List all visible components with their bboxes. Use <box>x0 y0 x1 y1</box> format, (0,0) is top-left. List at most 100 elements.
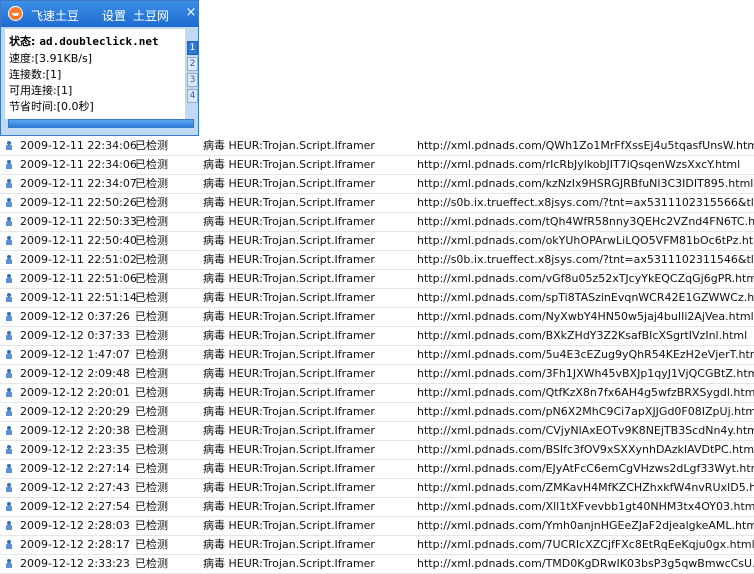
status-label: 状态: <box>9 35 36 48</box>
settings-link[interactable]: 设置 <box>102 7 126 24</box>
log-status: 已检测 <box>135 500 168 513</box>
log-row[interactable]: 2009-12-12 0:37:26 已检测 病毒 HEUR:Trojan.Scri… <box>0 308 754 327</box>
log-threat-type: 病毒 HEUR:Trojan.Script.Iframer <box>203 310 375 323</box>
log-row[interactable]: 2009-12-12 2:28:03 已检测 病毒 HEUR:Trojan.Scri… <box>0 517 754 536</box>
log-url: http://xml.pdnads.com/CVjyNlAxEOTv9K8NEj… <box>417 424 754 437</box>
saved-time-value: [0.0秒] <box>56 100 94 113</box>
log-time: 2009-12-11 22:34:06 <box>20 158 137 171</box>
log-threat-type: 病毒 HEUR:Trojan.Script.Iframer <box>203 139 375 152</box>
user-icon <box>6 407 12 416</box>
log-row[interactable]: 2009-12-11 22:50:26 已检测 病毒 HEUR:Trojan.Scr… <box>0 194 754 213</box>
log-status: 已检测 <box>135 196 168 209</box>
log-time: 2009-12-12 2:28:17 <box>20 538 130 551</box>
saved-time-label: 节省时间: <box>9 100 57 113</box>
log-url: http://xml.pdnads.com/tQh4WfR58nny3QEHc2… <box>417 215 754 228</box>
log-time: 2009-12-11 22:34:06 <box>20 139 137 152</box>
user-icon <box>6 521 12 530</box>
log-row[interactable]: 2009-12-11 22:51:06 已检测 病毒 HEUR:Trojan.Scr… <box>0 270 754 289</box>
user-icon <box>6 540 12 549</box>
log-row[interactable]: 2009-12-11 22:50:40 已检测 病毒 HEUR:Trojan.Scr… <box>0 232 754 251</box>
user-icon <box>6 179 12 188</box>
log-time: 2009-12-12 2:20:01 <box>20 386 130 399</box>
log-threat-type: 病毒 HEUR:Trojan.Script.Iframer <box>203 405 375 418</box>
log-url: http://xml.pdnads.com/QWh1Zo1MrFfXssEj4u… <box>417 139 754 152</box>
log-row[interactable]: 2009-12-11 22:34:06 已检测 病毒 HEUR:Trojan.Scr… <box>0 137 754 156</box>
log-row[interactable]: 2009-12-11 22:51:02 已检测 病毒 HEUR:Trojan.Scr… <box>0 251 754 270</box>
log-time: 2009-12-12 2:09:48 <box>20 367 130 380</box>
user-icon <box>6 312 12 321</box>
log-row[interactable]: 2009-12-12 2:09:48 已检测 病毒 HEUR:Trojan.Scri… <box>0 365 754 384</box>
log-url: http://xml.pdnads.com/Ymh0anjnHGEeZJaF2d… <box>417 519 754 532</box>
log-status: 已检测 <box>135 462 168 475</box>
log-time: 2009-12-11 22:50:40 <box>20 234 137 247</box>
log-threat-type: 病毒 HEUR:Trojan.Script.Iframer <box>203 538 375 551</box>
log-threat-type: 病毒 HEUR:Trojan.Script.Iframer <box>203 177 375 190</box>
user-icon <box>6 274 12 283</box>
page-tabs: 1 2 3 4 <box>187 41 198 105</box>
log-time: 2009-12-11 22:51:06 <box>20 272 137 285</box>
log-status: 已检测 <box>135 538 168 551</box>
log-row[interactable]: 2009-12-12 2:28:17 已检测 病毒 HEUR:Trojan.Scri… <box>0 536 754 555</box>
speed-value: [3.91KB/s] <box>34 52 92 65</box>
log-status: 已检测 <box>135 177 168 190</box>
log-threat-type: 病毒 HEUR:Trojan.Script.Iframer <box>203 158 375 171</box>
log-row[interactable]: 2009-12-12 2:27:14 已检测 病毒 HEUR:Trojan.Scri… <box>0 460 754 479</box>
log-row[interactable]: 2009-12-12 0:37:33 已检测 病毒 HEUR:Trojan.Scri… <box>0 327 754 346</box>
log-status: 已检测 <box>135 139 168 152</box>
log-row[interactable]: 2009-12-12 2:23:35 已检测 病毒 HEUR:Trojan.Scri… <box>0 441 754 460</box>
log-threat-type: 病毒 HEUR:Trojan.Script.Iframer <box>203 253 375 266</box>
available-connections-label: 可用连接: <box>9 84 57 97</box>
connections-line: 连接数:[1] <box>9 66 61 82</box>
page-tab-1[interactable]: 1 <box>187 41 198 55</box>
log-time: 2009-12-11 22:50:33 <box>20 215 137 228</box>
log-row[interactable]: 2009-12-12 2:20:29 已检测 病毒 HEUR:Trojan.Scri… <box>0 403 754 422</box>
page-tab-3[interactable]: 3 <box>187 73 198 87</box>
log-row[interactable]: 2009-12-12 1:47:07 已检测 病毒 HEUR:Trojan.Scri… <box>0 346 754 365</box>
log-threat-type: 病毒 HEUR:Trojan.Script.Iframer <box>203 462 375 475</box>
panel-titlebar[interactable]: 飞速土豆 设置 土豆网 × <box>1 1 198 27</box>
status-value: ad.doubleclick.net <box>39 35 159 48</box>
log-status: 已检测 <box>135 443 168 456</box>
log-row[interactable]: 2009-12-12 2:20:38 已检测 病毒 HEUR:Trojan.Scri… <box>0 422 754 441</box>
page-tab-2[interactable]: 2 <box>187 57 198 71</box>
log-url: http://xml.pdnads.com/pN6X2MhC9Ci7apXJJG… <box>417 405 754 418</box>
log-threat-type: 病毒 HEUR:Trojan.Script.Iframer <box>203 386 375 399</box>
log-row[interactable]: 2009-12-11 22:34:06 已检测 病毒 HEUR:Trojan.Scr… <box>0 156 754 175</box>
log-threat-type: 病毒 HEUR:Trojan.Script.Iframer <box>203 329 375 342</box>
user-icon <box>6 198 12 207</box>
log-row[interactable]: 2009-12-11 22:50:33 已检测 病毒 HEUR:Trojan.Scr… <box>0 213 754 232</box>
log-status: 已检测 <box>135 386 168 399</box>
log-threat-type: 病毒 HEUR:Trojan.Script.Iframer <box>203 443 375 456</box>
tudou-site-link[interactable]: 土豆网 <box>133 7 169 24</box>
log-url: http://xml.pdnads.com/EJyAtFcC6emCgVHzws… <box>417 462 754 475</box>
log-url: http://xml.pdnads.com/BSIfc3fOV9xSXXynhD… <box>417 443 754 456</box>
log-url: http://xml.pdnads.com/rIcRbJylkobJIT7iQs… <box>417 158 741 171</box>
log-url: http://xml.pdnads.com/7UCRIcXZCjfFXc8EtR… <box>417 538 754 551</box>
speed-label: 速度: <box>9 52 35 65</box>
log-status: 已检测 <box>135 291 168 304</box>
log-time: 2009-12-12 2:20:29 <box>20 405 130 418</box>
log-time: 2009-12-11 22:51:02 <box>20 253 137 266</box>
log-row[interactable]: 2009-12-12 2:33:23 已检测 病毒 HEUR:Trojan.Scri… <box>0 555 754 574</box>
log-time: 2009-12-11 22:50:26 <box>20 196 137 209</box>
log-status: 已检测 <box>135 310 168 323</box>
user-icon <box>6 141 12 150</box>
log-threat-type: 病毒 HEUR:Trojan.Script.Iframer <box>203 196 375 209</box>
log-row[interactable]: 2009-12-11 22:34:07 已检测 病毒 HEUR:Trojan.Scr… <box>0 175 754 194</box>
log-status: 已检测 <box>135 557 168 570</box>
close-icon[interactable]: × <box>185 5 197 21</box>
status-line: 状态: ad.doubleclick.net <box>9 33 159 49</box>
log-threat-type: 病毒 HEUR:Trojan.Script.Iframer <box>203 557 375 570</box>
log-time: 2009-12-12 2:33:23 <box>20 557 130 570</box>
user-icon <box>6 559 12 568</box>
log-row[interactable]: 2009-12-12 2:20:01 已检测 病毒 HEUR:Trojan.Scri… <box>0 384 754 403</box>
connections-label: 连接数: <box>9 68 46 81</box>
log-url: http://xml.pdnads.com/NyXwbY4HN50w5jaj4b… <box>417 310 754 323</box>
tudou-logo-icon <box>8 6 23 21</box>
log-row[interactable]: 2009-12-12 2:27:43 已检测 病毒 HEUR:Trojan.Scri… <box>0 479 754 498</box>
log-time: 2009-12-11 22:34:07 <box>20 177 137 190</box>
log-row[interactable]: 2009-12-12 2:27:54 已检测 病毒 HEUR:Trojan.Scri… <box>0 498 754 517</box>
page-tab-4[interactable]: 4 <box>187 89 198 103</box>
log-threat-type: 病毒 HEUR:Trojan.Script.Iframer <box>203 519 375 532</box>
log-row[interactable]: 2009-12-11 22:51:14 已检测 病毒 HEUR:Trojan.Scr… <box>0 289 754 308</box>
